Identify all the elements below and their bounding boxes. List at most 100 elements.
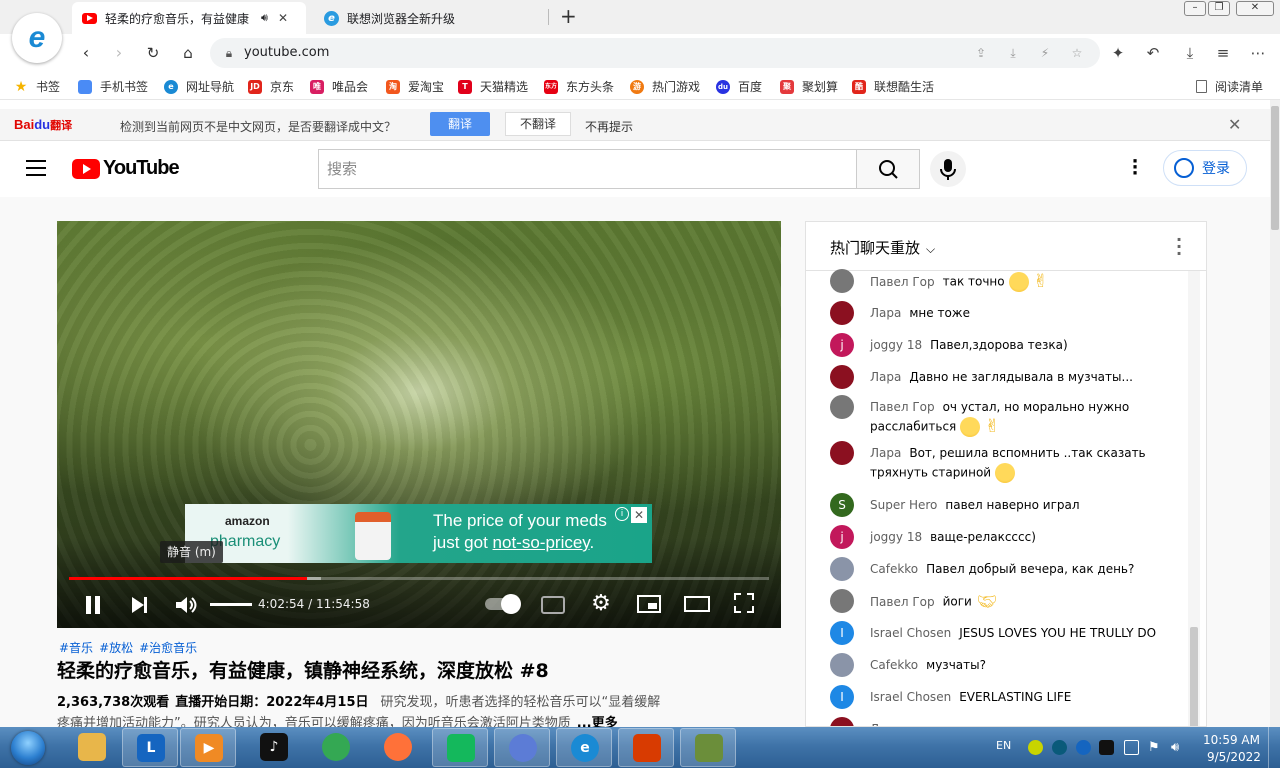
chat-message[interactable]: j joggy 18 Павел,здорова тезка): [830, 333, 1170, 357]
restore-button[interactable]: ❐: [1208, 1, 1230, 16]
bookmark-item[interactable]: 酷联想酷生活: [852, 78, 934, 95]
extensions-icon[interactable]: ✦: [1108, 43, 1128, 63]
avatar[interactable]: [830, 557, 854, 581]
chat-author[interactable]: Israel Chosen: [870, 626, 951, 640]
chat-mode-dropdown[interactable]: 热门聊天重放 ⌵: [830, 237, 935, 258]
sign-in-button[interactable]: 登录: [1163, 150, 1247, 186]
download-page-icon[interactable]: ⤓: [1006, 46, 1020, 60]
lenovo-browser-logo[interactable]: e: [12, 13, 62, 63]
chat-scrollbar[interactable]: [1188, 271, 1200, 726]
volume-button[interactable]: [174, 593, 198, 617]
bookmark-item[interactable]: T 天猫精选: [458, 78, 528, 95]
url-text[interactable]: youtube.com: [244, 45, 329, 60]
bookmark-item[interactable]: du 百度: [716, 78, 762, 95]
new-tab-button[interactable]: +: [560, 4, 577, 28]
bookmark-item[interactable]: 聚聚划算: [780, 78, 838, 95]
theater-mode-button[interactable]: [684, 596, 710, 612]
reading-list-button[interactable]: 阅读清单: [1196, 78, 1263, 95]
chat-message[interactable]: Cafekko Павел добрый вечера, как день?: [830, 557, 1170, 581]
close-icon[interactable]: ✕: [1228, 115, 1241, 134]
more-menu-icon[interactable]: ⋯: [1248, 43, 1268, 63]
autoplay-toggle[interactable]: [485, 594, 521, 614]
avatar[interactable]: [830, 365, 854, 389]
download-icon[interactable]: ⤓: [1180, 43, 1200, 63]
taskbar-app-button[interactable]: ♪: [246, 728, 302, 767]
start-button[interactable]: [4, 728, 52, 768]
volume-tray-icon[interactable]: 🔊︎: [1171, 740, 1186, 755]
settings-gear-icon[interactable]: ⚙︎: [589, 592, 613, 616]
taskbar-app-button[interactable]: ▶: [180, 728, 236, 767]
avatar[interactable]: j: [830, 333, 854, 357]
chat-message[interactable]: Павел Гор йоги 🤝︎: [830, 589, 1170, 613]
page-scrollbar[interactable]: [1270, 100, 1280, 727]
chat-author[interactable]: Cafekko: [870, 658, 918, 672]
tray-lenovo-icon[interactable]: [1076, 740, 1091, 755]
clock-date[interactable]: 9/5/2022: [1207, 750, 1261, 764]
hashtag-link[interactable]: #放松: [99, 641, 133, 655]
taskbar-app-button[interactable]: e: [556, 728, 612, 767]
bookmark-item[interactable]: e 网址导航: [164, 78, 234, 95]
volume-slider[interactable]: [210, 603, 252, 606]
avatar[interactable]: [830, 441, 854, 465]
chat-message[interactable]: j joggy 18 ваще-релаксссс): [830, 525, 1170, 549]
network-icon[interactable]: [1124, 740, 1139, 755]
chat-message[interactable]: Ларада: [830, 717, 1170, 726]
home-button[interactable]: ⌂: [177, 42, 199, 64]
chat-message[interactable]: Павел Гор оч устал, но морально нужно рас…: [830, 395, 1170, 437]
never-show-button[interactable]: 不再提示: [585, 118, 633, 135]
lock-icon[interactable]: 🔒︎: [222, 46, 236, 60]
hashtag-link[interactable]: #音乐: [59, 641, 93, 655]
taskbar-app-button[interactable]: [64, 728, 120, 767]
chat-message[interactable]: S Super Hero павел наверно играл: [830, 493, 1170, 517]
taskbar-app-button[interactable]: [370, 728, 426, 767]
avatar[interactable]: [830, 269, 854, 293]
ad-close-icon[interactable]: ✕: [631, 507, 647, 523]
taskbar-app-button[interactable]: [494, 728, 550, 767]
chat-message[interactable]: Cafekko музчаты?: [830, 653, 1170, 677]
bookmark-item[interactable]: 东方 东方头条: [544, 78, 614, 95]
avatar[interactable]: S: [830, 493, 854, 517]
video-player[interactable]: amazon pharmacy The price of your meds j…: [57, 221, 781, 628]
chat-message[interactable]: I Israel Chosen EVERLASTING LIFE: [830, 685, 1170, 709]
chat-author[interactable]: Лара: [870, 370, 901, 384]
translate-button[interactable]: 翻译: [430, 112, 490, 136]
subtitles-button[interactable]: [541, 596, 565, 614]
overlay-ad[interactable]: amazon pharmacy The price of your meds j…: [185, 504, 652, 563]
reload-button[interactable]: ↻: [142, 42, 164, 64]
chat-author[interactable]: Павел Гор: [870, 595, 935, 609]
avatar[interactable]: [830, 589, 854, 613]
avatar[interactable]: I: [830, 685, 854, 709]
avatar[interactable]: [830, 301, 854, 325]
progress-bar[interactable]: [69, 577, 769, 580]
chat-author[interactable]: Super Hero: [870, 498, 937, 512]
bookmark-item[interactable]: ★ 书签: [14, 78, 60, 95]
chat-message[interactable]: Лара Давно не заглядывала в музчаты...: [830, 365, 1170, 389]
taskbar-app-button[interactable]: [432, 728, 488, 767]
chat-scrollbar-thumb[interactable]: [1190, 627, 1198, 726]
chat-author[interactable]: Павел Гор: [870, 275, 935, 289]
scrollbar-thumb[interactable]: [1271, 106, 1279, 230]
taskbar-app-button[interactable]: [308, 728, 364, 767]
chat-author[interactable]: Cafekko: [870, 562, 918, 576]
fullscreen-button[interactable]: [734, 593, 754, 613]
chat-author[interactable]: Павел Гор: [870, 400, 935, 414]
tray-app-icon[interactable]: [1052, 740, 1067, 755]
ad-info-icon[interactable]: i: [615, 507, 629, 521]
bookmark-item[interactable]: 手机书签: [78, 78, 148, 95]
voice-search-button[interactable]: [930, 151, 966, 187]
avatar[interactable]: [830, 395, 854, 419]
chat-author[interactable]: Лара: [870, 446, 901, 460]
taskbar-app-button[interactable]: [618, 728, 674, 767]
bookmark-item[interactable]: 唯唯品会: [310, 78, 368, 95]
taskbar-app-button[interactable]: [680, 728, 736, 767]
pause-button[interactable]: [83, 593, 103, 617]
language-indicator[interactable]: EN: [996, 739, 1011, 752]
miniplayer-button[interactable]: [637, 595, 661, 613]
chat-author[interactable]: joggy 18: [870, 338, 922, 352]
speaker-icon[interactable]: 🔊︎: [261, 11, 268, 25]
chat-message[interactable]: I Israel Chosen JESUS LOVES YOU HE TRULLY …: [830, 621, 1170, 645]
description-line[interactable]: 2,363,738次观看 直播开始日期：2022年4月15日 研究发现，听患者选择的…: [57, 691, 660, 710]
taskbar-app-button[interactable]: L: [122, 728, 178, 767]
youtube-logo[interactable]: YouTube: [72, 157, 180, 180]
chat-author[interactable]: Israel Chosen: [870, 690, 951, 704]
